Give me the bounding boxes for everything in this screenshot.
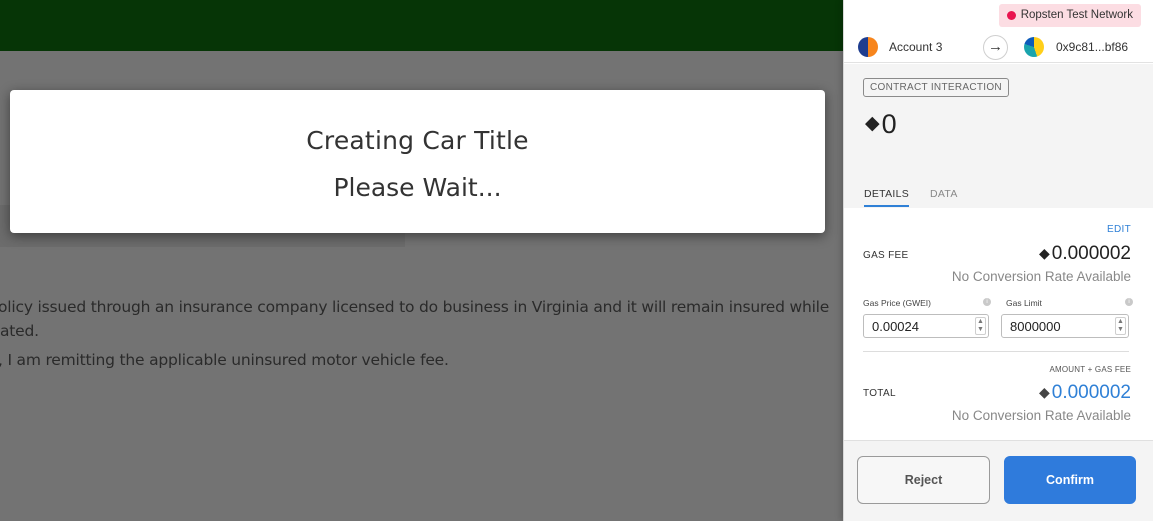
- amount-value: 0: [881, 109, 897, 139]
- total-value: ◆ 0.000002: [1039, 382, 1131, 404]
- from-account-name[interactable]: Account 3: [889, 40, 942, 54]
- gas-limit-input[interactable]: 8000000 ▲ ▼: [1001, 314, 1129, 338]
- gas-price-value: 0.00024: [872, 319, 919, 334]
- ethereum-icon: ◆: [1038, 245, 1050, 261]
- info-icon[interactable]: i: [1125, 298, 1133, 306]
- gas-price-input[interactable]: 0.00024 ▲ ▼: [863, 314, 989, 338]
- modal-subtitle: Please Wait...: [333, 173, 502, 202]
- transaction-amount: ◆0: [865, 109, 897, 140]
- total-label: TOTAL: [863, 388, 896, 399]
- spinner-arrows-icon[interactable]: ▲ ▼: [1115, 317, 1126, 335]
- modal-backdrop: [0, 0, 843, 521]
- tab-data[interactable]: DATA: [930, 188, 958, 200]
- to-account-avatar: [1024, 37, 1044, 57]
- gas-fee-label: GAS FEE: [863, 250, 909, 261]
- background-page: olicy issued through an insurance compan…: [0, 0, 843, 521]
- transaction-summary: CONTRACT INTERACTION ◆0 DETAILS DATA: [844, 64, 1153, 208]
- divider: [863, 351, 1129, 352]
- gas-fee-value: ◆ 0.000002: [1039, 243, 1131, 265]
- gas-limit-value: 8000000: [1010, 319, 1061, 334]
- from-account-avatar: [858, 37, 878, 57]
- to-address[interactable]: 0x9c81...bf86: [1056, 40, 1128, 54]
- gas-fee-conversion: No Conversion Rate Available: [951, 269, 1131, 284]
- network-row: Ropsten Test Network: [844, 0, 1153, 31]
- account-row: Account 3 → 0x9c81...bf86: [844, 31, 1153, 63]
- total-caption: AMOUNT + GAS FEE: [1049, 365, 1131, 374]
- detail-tabs: DETAILS DATA: [844, 184, 1153, 208]
- network-badge[interactable]: Ropsten Test Network: [998, 4, 1141, 27]
- info-icon[interactable]: i: [983, 298, 991, 306]
- gas-fee-amount: 0.000002: [1051, 243, 1131, 264]
- modal-title: Creating Car Title: [306, 126, 529, 155]
- total-amount: 0.000002: [1051, 382, 1131, 403]
- arrow-right-icon: →: [983, 35, 1008, 60]
- loading-modal: Creating Car Title Please Wait...: [10, 90, 825, 233]
- ethereum-icon: ◆: [865, 113, 880, 134]
- reject-button[interactable]: Reject: [857, 456, 990, 504]
- edit-link[interactable]: EDIT: [1107, 224, 1131, 235]
- action-footer: Reject Confirm: [844, 440, 1153, 521]
- gas-price-label: Gas Price (GWEI): [863, 298, 932, 308]
- wallet-popup: Ropsten Test Network Account 3 → 0x9c81.…: [843, 0, 1153, 521]
- total-conversion: No Conversion Rate Available: [951, 408, 1131, 423]
- details-panel: EDIT GAS FEE ◆ 0.000002 No Conversion Rat…: [844, 208, 1153, 440]
- ethereum-icon: ◆: [1038, 384, 1050, 400]
- confirm-button[interactable]: Confirm: [1004, 456, 1136, 504]
- gas-limit-label: Gas Limit: [1006, 298, 1042, 308]
- tab-details[interactable]: DETAILS: [864, 188, 910, 207]
- network-label: Ropsten Test Network: [1020, 9, 1133, 21]
- spinner-arrows-icon[interactable]: ▲ ▼: [975, 317, 986, 335]
- network-status-dot-icon: [1006, 11, 1016, 20]
- contract-interaction-tag: CONTRACT INTERACTION: [863, 78, 1009, 97]
